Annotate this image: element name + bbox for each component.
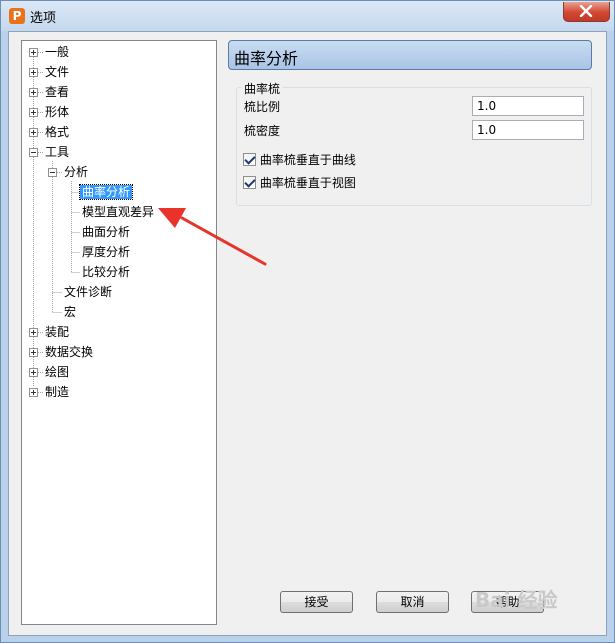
tree-item-assembly[interactable]: 装配 xyxy=(43,323,71,341)
tree-item-format[interactable]: 格式 xyxy=(43,123,71,141)
close-button[interactable] xyxy=(563,2,610,22)
expand-icon[interactable] xyxy=(29,388,38,397)
comb-normal-to-view-checkbox[interactable]: 曲率梳垂直于视图 xyxy=(243,175,356,191)
panel-header: 曲率分析 xyxy=(228,40,592,70)
tree-item-manufacturing[interactable]: 制造 xyxy=(43,383,71,401)
checkbox-label: 曲率梳垂直于视图 xyxy=(259,176,356,190)
tree-item-model-visual-diff[interactable]: 模型直观差异 xyxy=(80,203,156,221)
tree-item-data-exchange[interactable]: 数据交换 xyxy=(43,343,95,361)
tree-item-thickness-analysis[interactable]: 厚度分析 xyxy=(80,243,132,261)
comb-normal-to-curve-checkbox[interactable]: 曲率梳垂直于曲线 xyxy=(243,152,356,168)
expand-icon[interactable] xyxy=(29,328,38,337)
tree-item-macro[interactable]: 宏 xyxy=(62,303,78,321)
tree-item-surface-analysis[interactable]: 曲面分析 xyxy=(80,223,132,241)
watermark: Bai 经验 xyxy=(475,588,558,612)
tree-item-curvature-analysis[interactable]: 曲率分析 xyxy=(78,183,134,201)
checkbox-checked-icon xyxy=(243,153,256,166)
expand-icon[interactable] xyxy=(29,348,38,357)
group-caption: 曲率梳 xyxy=(241,80,284,97)
accept-button[interactable]: 接受 xyxy=(280,591,353,613)
tree-item-drawing[interactable]: 绘图 xyxy=(43,363,71,381)
tree-item-tools[interactable]: 工具 xyxy=(43,143,71,161)
app-icon: P xyxy=(9,8,25,24)
tree-item-file[interactable]: 文件 xyxy=(43,63,71,81)
tree-item-compare-analysis[interactable]: 比较分析 xyxy=(80,263,132,281)
expand-icon[interactable] xyxy=(29,88,38,97)
tree-item-file-diagnosis[interactable]: 文件诊断 xyxy=(62,283,114,301)
panel-title: 曲率分析 xyxy=(234,49,299,68)
tree-item-view[interactable]: 查看 xyxy=(43,83,71,101)
comb-density-label: 梳密度 xyxy=(244,124,281,138)
tree-item-analysis[interactable]: 分析 xyxy=(62,163,90,181)
tree-item-general[interactable]: 一般 xyxy=(43,43,71,61)
expand-icon[interactable] xyxy=(29,128,38,137)
cancel-button[interactable]: 取消 xyxy=(376,591,449,613)
checkbox-checked-icon xyxy=(243,176,256,189)
comb-scale-input[interactable]: 1.0 xyxy=(472,96,584,116)
expand-icon[interactable] xyxy=(29,48,38,57)
close-icon xyxy=(579,5,593,17)
comb-scale-label: 梳比例 xyxy=(244,100,281,114)
tree-item-shape[interactable]: 形体 xyxy=(43,103,71,121)
window-title: 选项 xyxy=(30,11,57,26)
expand-icon[interactable] xyxy=(29,68,38,77)
collapse-icon[interactable] xyxy=(29,148,38,157)
comb-density-input[interactable]: 1.0 xyxy=(472,120,584,140)
collapse-icon[interactable] xyxy=(48,168,57,177)
expand-icon[interactable] xyxy=(29,368,38,377)
checkbox-label: 曲率梳垂直于曲线 xyxy=(259,153,356,167)
expand-icon[interactable] xyxy=(29,108,38,117)
title-bar[interactable]: P 选项 xyxy=(1,1,614,31)
options-tree[interactable]: 一般 文件 查看 形体 格式 工具 分析 曲率分析 模型直观差异 曲面分析 厚度… xyxy=(21,40,217,625)
